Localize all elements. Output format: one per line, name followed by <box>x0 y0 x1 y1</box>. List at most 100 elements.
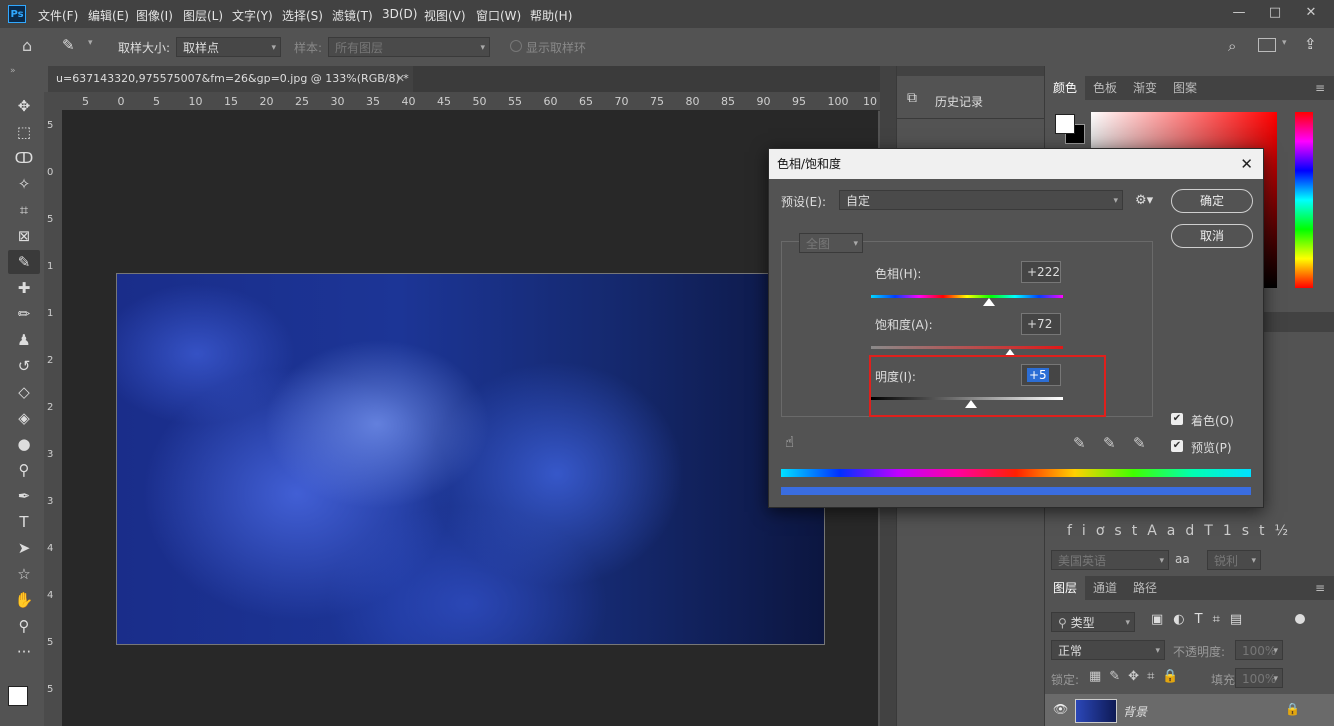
opacity-input[interactable]: 100% ▾ <box>1235 640 1283 660</box>
move-tool-icon[interactable]: ✥ <box>8 94 40 118</box>
marquee-tool-icon[interactable]: ⬚ <box>8 120 40 144</box>
fill-input[interactable]: 100% ▾ <box>1235 668 1283 688</box>
eyedropper-tool-icon[interactable]: ✎ <box>8 250 40 274</box>
lasso-tool-icon[interactable]: ↀ <box>8 146 40 170</box>
document-image[interactable] <box>116 273 825 645</box>
preset-gear-icon[interactable]: ⚙▾ <box>1135 193 1153 208</box>
crop-tool-icon[interactable]: ⌗ <box>8 198 40 222</box>
visibility-eye-icon[interactable]: 👁 <box>1053 702 1068 716</box>
hue-slider-track[interactable] <box>871 295 1063 298</box>
hand-tool-icon[interactable]: ✋ <box>8 588 40 612</box>
language-select[interactable]: 美国英语 ▾ <box>1051 550 1169 570</box>
shape-tool-icon[interactable]: ☆ <box>8 562 40 586</box>
hue-slider[interactable] <box>1295 112 1313 288</box>
zoom-tool-icon[interactable]: ⚲ <box>8 614 40 638</box>
close-tab-icon[interactable]: ✕ <box>396 66 405 92</box>
lightness-slider-thumb[interactable] <box>965 400 977 408</box>
colorize-checkbox[interactable]: ✔ <box>1171 413 1183 425</box>
path-selection-tool-icon[interactable]: ➤ <box>8 536 40 560</box>
lock-icons[interactable]: ▦✎✥⌗🔒 <box>1089 669 1187 684</box>
foreground-color-swatch[interactable] <box>8 686 28 706</box>
sample-select[interactable]: 所有图层 ▾ <box>328 37 490 57</box>
hue-input[interactable]: +222 <box>1021 261 1061 283</box>
menu-filter[interactable]: 滤镜(T) <box>332 7 373 24</box>
menu-edit[interactable]: 编辑(E) <box>88 7 129 24</box>
eyedropper-preset-icon[interactable]: ✎ <box>62 36 75 54</box>
maximize-button[interactable]: □ <box>1258 2 1292 24</box>
menu-3d[interactable]: 3D(D) <box>382 7 417 21</box>
close-window-button[interactable]: ✕ <box>1294 2 1328 24</box>
fg-color-swatch[interactable] <box>1055 114 1075 134</box>
tab-paths[interactable]: 路径 <box>1125 576 1165 600</box>
layer-filter-icons[interactable]: ▣◐T⌗▤ <box>1151 612 1252 627</box>
workspace-icon[interactable] <box>1258 38 1276 52</box>
menu-window[interactable]: 窗口(W) <box>476 7 521 24</box>
saturation-input[interactable]: +72 <box>1021 313 1061 335</box>
tab-layers[interactable]: 图层 <box>1045 576 1086 600</box>
healing-brush-tool-icon[interactable]: ✚ <box>8 276 40 300</box>
glyph-ad[interactable]: ad <box>1167 523 1204 539</box>
saturation-slider-track[interactable] <box>871 346 1063 349</box>
glyph-titling[interactable]: A <box>1147 523 1167 539</box>
pen-tool-icon[interactable]: ✒ <box>8 484 40 508</box>
share-icon[interactable]: ⇪ <box>1304 35 1317 53</box>
history-brush-tool-icon[interactable]: ↺ <box>8 354 40 378</box>
eyedropper-minus-icon[interactable]: ✎ <box>1133 434 1146 452</box>
lightness-input[interactable]: +5 <box>1021 364 1061 386</box>
eyedropper-icon[interactable]: ✎ <box>1073 434 1086 452</box>
ok-button[interactable]: 确定 <box>1171 189 1253 213</box>
layer-filter-select[interactable]: ⚲ 类型 ▾ <box>1051 612 1135 632</box>
tab-gradients[interactable]: 渐变 <box>1125 76 1165 100</box>
layer-name[interactable]: 背景 <box>1123 703 1147 720</box>
layer-row[interactable]: 👁 背景 🔒 <box>1045 694 1334 726</box>
chevron-down-icon[interactable]: ▾ <box>88 38 93 48</box>
type-tool-icon[interactable]: T <box>8 510 40 534</box>
tab-channels[interactable]: 通道 <box>1085 576 1125 600</box>
magic-wand-tool-icon[interactable]: ✧ <box>8 172 40 196</box>
glyph-swash[interactable]: ơ <box>1096 523 1115 539</box>
tab-swatches[interactable]: 色板 <box>1085 76 1125 100</box>
dialog-close-icon[interactable]: ✕ <box>1240 149 1253 179</box>
cancel-button[interactable]: 取消 <box>1171 224 1253 248</box>
stamp-tool-icon[interactable]: ♟ <box>8 328 40 352</box>
sample-size-select[interactable]: 取样点 ▾ <box>176 37 281 57</box>
preview-checkbox[interactable]: ✔ <box>1171 440 1183 452</box>
menu-select[interactable]: 选择(S) <box>282 7 323 24</box>
brush-tool-icon[interactable]: ✏ <box>8 302 40 326</box>
eraser-tool-icon[interactable]: ◇ <box>8 380 40 404</box>
collapse-icon[interactable]: » <box>10 66 16 76</box>
menu-view[interactable]: 视图(V) <box>424 7 466 24</box>
search-icon[interactable]: ⌕ <box>1228 37 1236 55</box>
minimize-button[interactable]: — <box>1222 2 1256 24</box>
tab-patterns[interactable]: 图案 <box>1165 76 1205 100</box>
blend-mode-select[interactable]: 正常 ▾ <box>1051 640 1165 660</box>
show-ring-checkbox[interactable] <box>510 40 522 52</box>
glyph-1st[interactable]: 1st <box>1223 523 1275 539</box>
glyph-fi[interactable]: fi <box>1067 523 1096 539</box>
panel-menu-icon[interactable]: ≡ <box>1315 81 1325 95</box>
history-panel-title[interactable]: 历史记录 <box>935 93 983 110</box>
menu-type[interactable]: 文字(Y) <box>232 7 273 24</box>
eyedropper-plus-icon[interactable]: ✎ <box>1103 434 1116 452</box>
filter-toggle-icon[interactable] <box>1295 614 1305 624</box>
dodge-tool-icon[interactable]: ⚲ <box>8 458 40 482</box>
more-tools-icon[interactable]: ··· <box>8 640 40 664</box>
panel-menu-icon[interactable]: ≡ <box>1315 581 1325 595</box>
menu-file[interactable]: 文件(F) <box>38 7 78 24</box>
chevron-down-icon[interactable]: ▾ <box>1282 38 1287 48</box>
menu-image[interactable]: 图像(I) <box>136 7 173 24</box>
glyph-st[interactable]: st <box>1114 523 1147 539</box>
blur-tool-icon[interactable]: ● <box>8 432 40 456</box>
menu-help[interactable]: 帮助(H) <box>530 7 572 24</box>
history-icon[interactable]: ⧉ <box>907 90 917 106</box>
paint-bucket-tool-icon[interactable]: ◈ <box>8 406 40 430</box>
glyph-T[interactable]: T <box>1204 523 1223 539</box>
channel-select[interactable]: 全图 ▾ <box>799 233 863 253</box>
hue-slider-thumb[interactable] <box>983 298 995 306</box>
glyph-half[interactable]: ½ <box>1275 523 1299 539</box>
tab-color[interactable]: 颜色 <box>1045 76 1086 100</box>
antialias-select[interactable]: 锐利 ▾ <box>1207 550 1261 570</box>
menu-layer[interactable]: 图层(L) <box>183 7 223 24</box>
targeted-adjust-hand-icon[interactable]: ☝ <box>785 433 794 451</box>
frame-tool-icon[interactable]: ⊠ <box>8 224 40 248</box>
